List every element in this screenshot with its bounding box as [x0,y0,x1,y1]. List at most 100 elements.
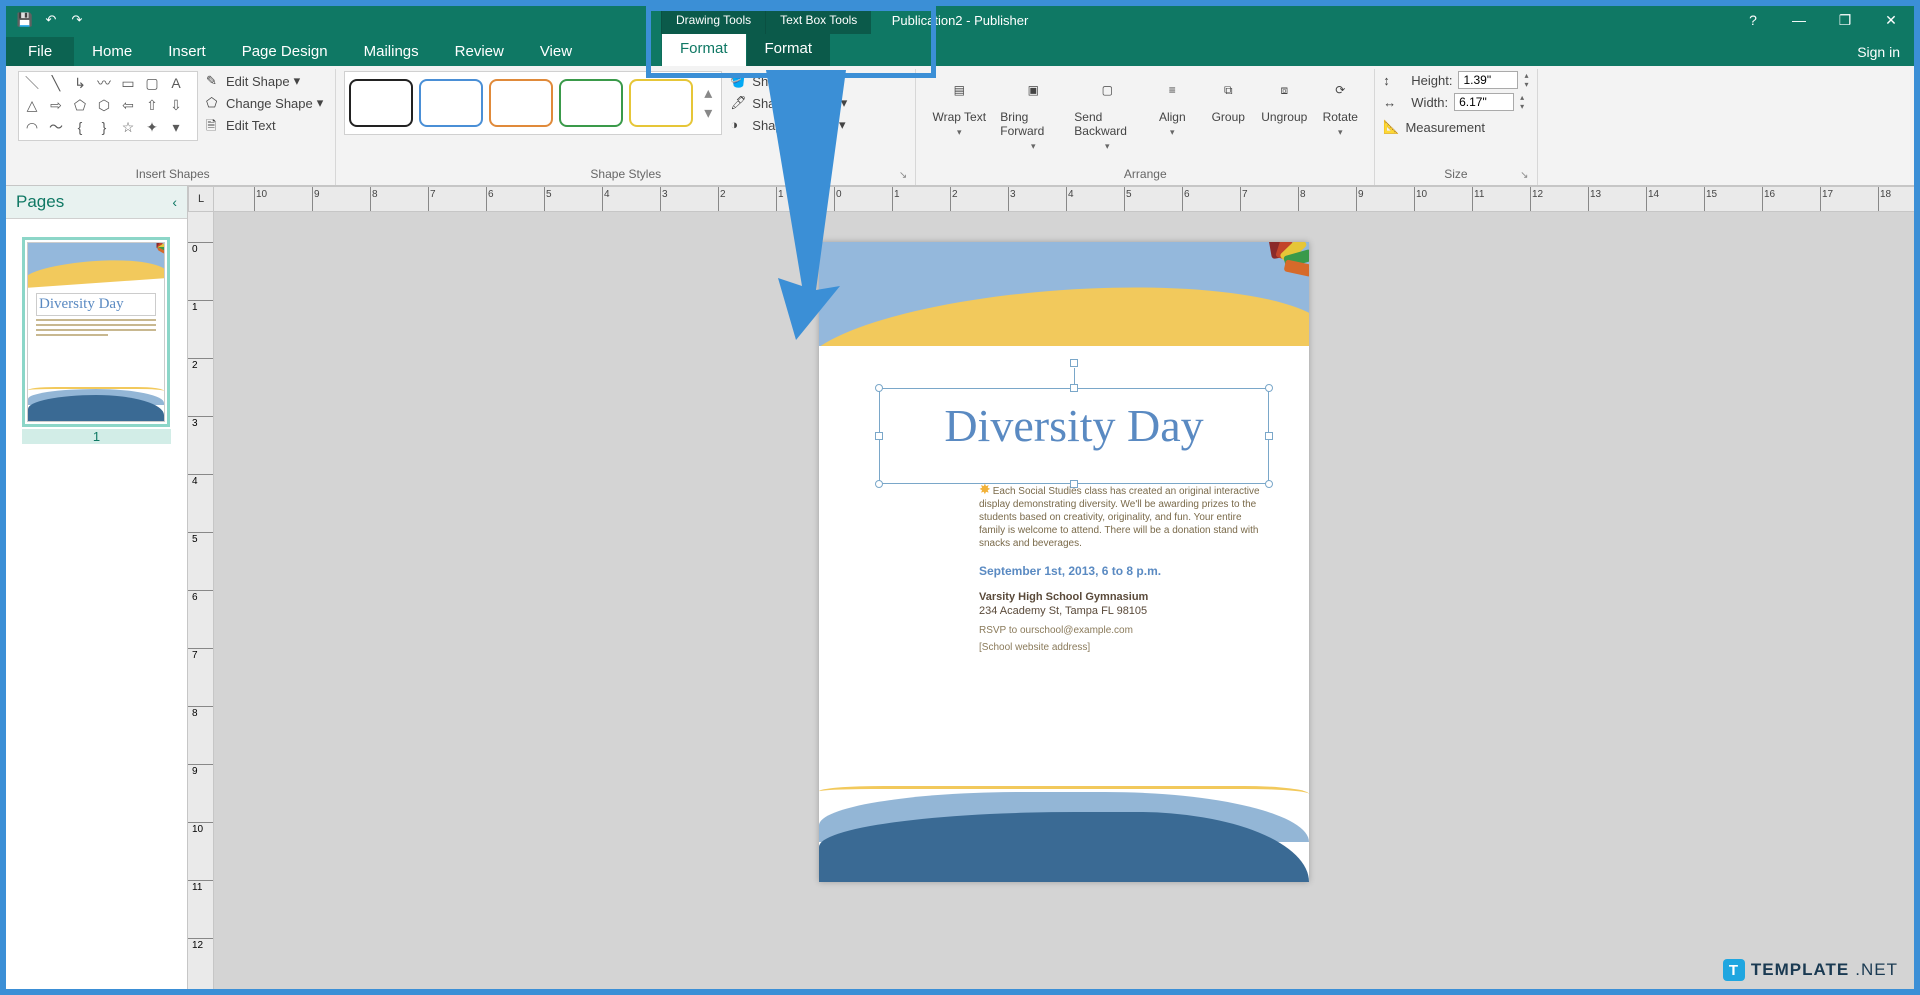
document-page[interactable]: Diversity Day ✸Each Social Studies class… [819,242,1309,882]
flyer-address: 234 Academy St, Tampa FL 98105 [979,604,1269,618]
edit-shape-button[interactable]: ✎Edit Shape ▾ [202,71,327,91]
shape-darrow-icon[interactable]: ⇩ [165,96,187,116]
dialog-launcher-icon[interactable]: ↘ [1520,170,1528,181]
shape-textbox-icon[interactable]: A [165,74,187,94]
rotate-handle[interactable] [1070,359,1078,367]
bring-forward-icon: ▣ [1016,73,1050,107]
shape-arc-icon[interactable]: ◠ [21,118,43,138]
header-band [819,242,1309,346]
pages-pane: Pages ‹ Diversity Day [6,186,188,989]
spinner-down-icon[interactable]: ▾ [1520,102,1524,111]
style-preset-4[interactable] [559,79,623,127]
save-icon[interactable]: 💾 [14,9,36,31]
tab-format-textbox[interactable]: Format [746,34,831,66]
spinner-up-icon[interactable]: ▴ [1524,71,1528,80]
rotate-button[interactable]: ⟳Rotate▾ [1314,71,1366,154]
selected-textbox[interactable]: Diversity Day [879,388,1269,484]
spinner-down-icon[interactable]: ▾ [1524,80,1528,89]
shape-more-icon[interactable]: ▾ [165,118,187,138]
group-button[interactable]: ⧉Group [1202,71,1254,154]
shape-rect-icon[interactable]: ▭ [117,74,139,94]
measurement-button[interactable]: 📐Measurement [1383,115,1528,135]
chevron-down-icon: ▾ [957,127,962,138]
shape-brace-icon[interactable]: { [69,118,91,138]
shape-callout-icon[interactable]: ✦ [141,118,163,138]
shape-star-icon[interactable]: ☆ [117,118,139,138]
thumb-title: Diversity Day [36,293,156,316]
horizontal-ruler[interactable]: 1098765432101234567891011121314151617181… [214,186,1914,212]
style-preset-3[interactable] [489,79,553,127]
wrap-text-icon: ▤ [942,73,976,107]
tab-view[interactable]: View [522,37,590,66]
style-preset-2[interactable] [419,79,483,127]
shape-brace2-icon[interactable]: } [93,118,115,138]
align-button[interactable]: ≡Align▾ [1146,71,1198,154]
resize-handle-w[interactable] [875,432,883,440]
ungroup-button[interactable]: ⧈Ungroup [1258,71,1310,154]
help-button[interactable]: ? [1730,6,1776,34]
tab-file[interactable]: File [6,37,74,66]
shape-wave-icon[interactable]: 〜 [45,118,67,138]
redo-icon[interactable]: ↷ [66,9,88,31]
tab-format-drawing[interactable]: Format [661,34,746,66]
effects-icon: ◑ [730,117,746,133]
spinner-up-icon[interactable]: ▴ [1520,93,1524,102]
flyer-body[interactable]: ✸Each Social Studies class has created a… [979,480,1269,654]
shape-pentagon-icon[interactable]: ⬠ [69,96,91,116]
shape-curve-icon[interactable]: 〰 [93,74,115,94]
resize-handle-sw[interactable] [875,480,883,488]
tab-page-design[interactable]: Page Design [224,37,346,66]
resize-handle-nw[interactable] [875,384,883,392]
pages-pane-title: Pages [16,192,64,212]
chevron-down-icon: ▾ [294,73,301,89]
flyer-title[interactable]: Diversity Day [880,389,1268,462]
flyer-location: Varsity High School Gymnasium [979,590,1269,604]
edit-text-icon: 🗎 [206,117,222,133]
height-input[interactable] [1458,71,1518,89]
chevron-down-icon: ▾ [1031,141,1036,152]
shape-uarrow-icon[interactable]: ⇧ [141,96,163,116]
edit-text-button[interactable]: 🗎Edit Text [202,115,327,135]
ruler-corner[interactable]: L [188,186,214,212]
send-backward-button[interactable]: ▢Send Backward▾ [1072,71,1142,154]
sign-in-link[interactable]: Sign in [1843,38,1914,66]
width-label: Width: [1411,95,1448,110]
shape-connector-icon[interactable]: ↳ [69,74,91,94]
shape-line2-icon[interactable]: ╲ [45,74,67,94]
vertical-ruler[interactable]: 0123456789101112 [188,212,214,989]
width-input[interactable] [1454,93,1514,111]
shape-roundrect-icon[interactable]: ▢ [141,74,163,94]
dialog-launcher-icon[interactable]: ↘ [899,170,907,181]
group-label: Insert Shapes [18,167,327,183]
shape-triangle-icon[interactable]: △ [21,96,43,116]
bring-forward-button[interactable]: ▣Bring Forward▾ [998,71,1068,154]
restore-button[interactable]: ❐ [1822,6,1868,34]
quick-access-toolbar: 💾 ↶ ↷ [6,9,88,31]
shape-larrow-icon[interactable]: ⇦ [117,96,139,116]
resize-handle-n[interactable] [1070,384,1078,392]
undo-icon[interactable]: ↶ [40,9,62,31]
badge-suffix: .NET [1855,960,1898,980]
tab-home[interactable]: Home [74,37,150,66]
shape-style-gallery[interactable]: ▴▾ [344,71,722,135]
change-shape-button[interactable]: ⬠Change Shape ▾ [202,93,327,113]
wrap-text-button[interactable]: ▤Wrap Text▾ [924,71,994,154]
resize-handle-e[interactable] [1265,432,1273,440]
style-gallery-more[interactable]: ▴▾ [699,79,717,127]
resize-handle-ne[interactable] [1265,384,1273,392]
shape-rarrow-icon[interactable]: ⇨ [45,96,67,116]
shapes-gallery[interactable]: ＼ ╲ ↳ 〰 ▭ ▢ A △ ⇨ ⬠ ⬡ ⇦ ⇧ ⇩ ◠ 〜 { [18,71,198,141]
workspace: Pages ‹ Diversity Day [6,186,1914,989]
tab-mailings[interactable]: Mailings [346,37,437,66]
style-preset-5[interactable] [629,79,693,127]
tab-review[interactable]: Review [437,37,522,66]
collapse-pane-icon[interactable]: ‹ [172,194,177,210]
canvas[interactable]: Diversity Day ✸Each Social Studies class… [214,212,1914,989]
minimize-button[interactable]: — [1776,6,1822,34]
tab-insert[interactable]: Insert [150,37,224,66]
page-thumbnail[interactable]: Diversity Day [22,237,170,427]
shape-hexagon-icon[interactable]: ⬡ [93,96,115,116]
close-button[interactable]: ✕ [1868,6,1914,34]
style-preset-1[interactable] [349,79,413,127]
shape-line-icon[interactable]: ＼ [21,74,43,94]
